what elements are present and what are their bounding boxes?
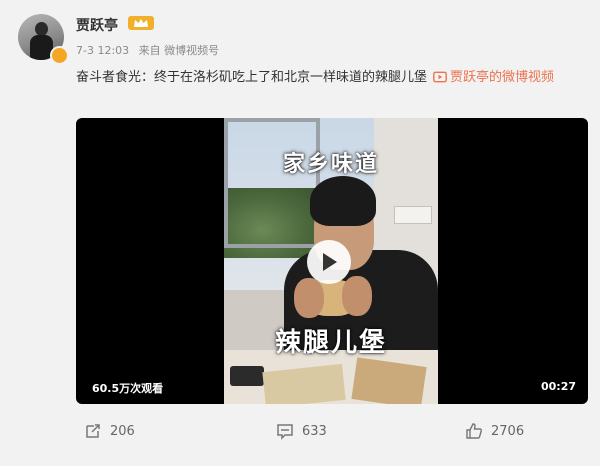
post-content: 奋斗者食光：终于在洛杉矶吃上了和北京一样味道的辣腿儿堡 贾跃亭的微博视频 <box>76 66 576 91</box>
comment-button[interactable]: 633 <box>276 416 327 446</box>
verified-icon <box>50 46 69 65</box>
play-button[interactable] <box>307 240 351 284</box>
like-button[interactable]: 2706 <box>465 416 524 446</box>
comment-icon <box>277 424 293 440</box>
repost-count: 206 <box>110 423 135 439</box>
vip-crown-icon[interactable] <box>128 16 154 30</box>
video-caption-bottom: 辣腿儿堡 <box>274 328 387 358</box>
video-caption-top: 家乡味道 <box>282 152 379 177</box>
username[interactable]: 贾跃亭 <box>76 15 118 35</box>
post-source[interactable]: 来自 微博视频号 <box>139 44 220 57</box>
play-icon <box>323 253 337 271</box>
repost-button[interactable]: 206 <box>84 416 135 446</box>
view-count: 60.5万次观看 <box>92 382 164 395</box>
like-icon <box>466 423 482 439</box>
post-text: 奋斗者食光：终于在洛杉矶吃上了和北京一样味道的辣腿儿堡 <box>76 70 428 85</box>
comment-count: 633 <box>302 423 327 439</box>
video-player[interactable]: 家乡味道 辣腿儿堡 60.5万次观看 00:27 <box>76 118 588 404</box>
post-meta: 7-3 12:03 来自 微博视频号 <box>76 42 225 58</box>
like-count: 2706 <box>491 423 525 439</box>
repost-icon <box>86 424 100 438</box>
post-time[interactable]: 7-3 12:03 <box>76 44 129 57</box>
action-bar: 206 633 2706 <box>0 416 600 446</box>
video-link-icon[interactable] <box>433 68 447 91</box>
video-duration: 00:27 <box>540 380 576 393</box>
avatar-head <box>35 22 48 36</box>
video-link[interactable]: 贾跃亭的微博视频 <box>450 70 554 85</box>
